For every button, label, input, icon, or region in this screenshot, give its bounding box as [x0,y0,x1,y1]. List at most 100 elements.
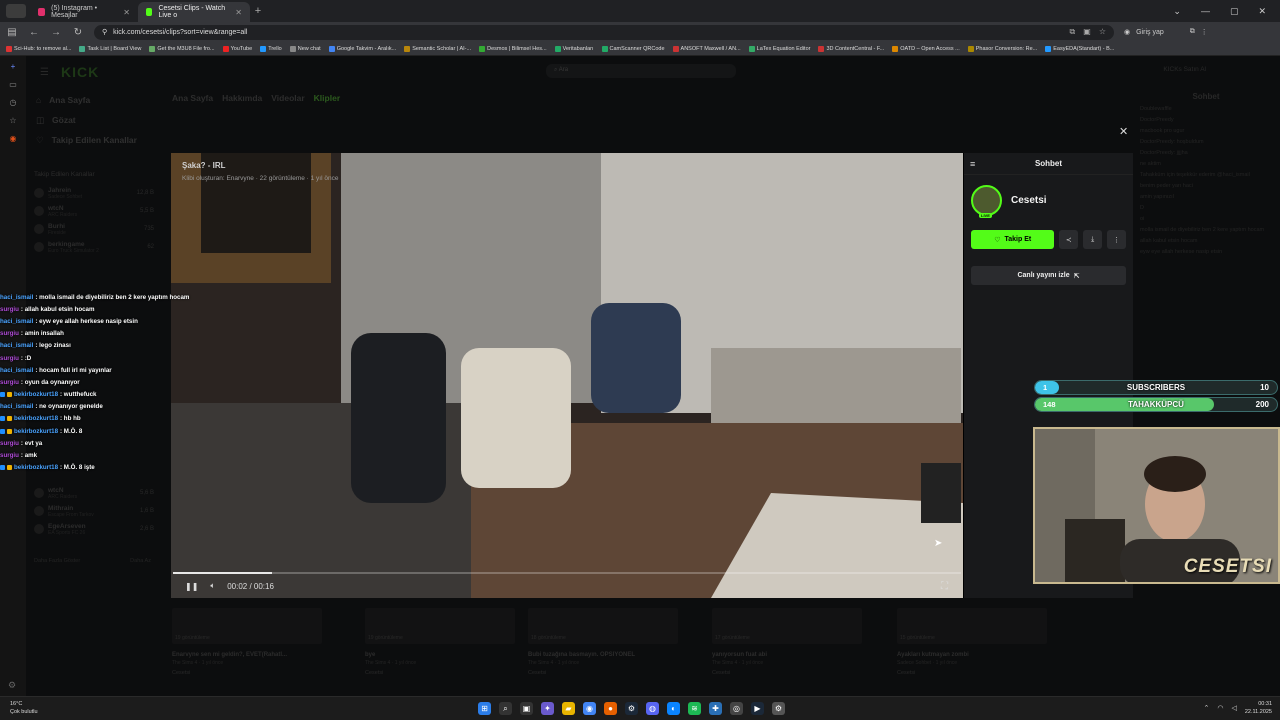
clip-thumbnail[interactable]: 15 görüntüleme [897,608,1047,644]
download-button[interactable]: ⤓ [1083,230,1103,249]
clip-author[interactable]: Cesetsi [172,670,322,676]
tab-ana-sayfa[interactable]: Ana Sayfa [172,93,213,103]
pause-icon[interactable]: ❚❚ [185,582,198,591]
channel-name[interactable]: Cesetsi [1011,195,1047,206]
bookmark-item[interactable]: New chat [289,45,321,52]
clip-card[interactable]: 19 görüntüleme Enarvyne sen mi geldin?, E… [172,608,322,688]
more-options-button[interactable]: ⋮ [1107,230,1126,249]
new-tab-button[interactable]: + [250,5,266,17]
tab-instagram[interactable]: (5) Instagram • Mesajlar ✕ [30,2,138,22]
bookmark-item[interactable]: Task List | Board View [79,45,141,52]
bookmark-item[interactable]: Get the M3U8 File fro... [149,45,215,52]
favorites-icon[interactable]: ☆ [9,116,16,125]
clip-author[interactable]: Cesetsi [528,670,678,676]
settings-gear-icon[interactable]: ⚙ [8,680,16,691]
clip-title[interactable]: Ayakları kutmayan zombi [897,652,1047,658]
kick-nav-item[interactable]: ♡ Takip Edilen Kanallar [26,130,170,150]
bookmark-star-icon[interactable]: ☆ [1099,27,1106,37]
reload-button[interactable]: ↻ [72,27,84,38]
clip-thumbnail[interactable]: 19 görüntüleme [365,608,515,644]
tab-klipler[interactable]: Klipler [314,93,340,103]
channel-item[interactable]: Burhi Fireside 735 [34,220,154,238]
tab-videolar[interactable]: Videolar [271,93,304,103]
clip-author[interactable]: Cesetsi [365,670,515,676]
firefox-icon[interactable]: ● [604,702,617,715]
kick-logo[interactable]: KICK [61,64,99,80]
collapse-menu-icon[interactable]: ≡ [970,159,975,169]
history-icon[interactable]: ◷ [10,98,17,107]
spotify-icon[interactable]: ≋ [688,702,701,715]
clip-card[interactable]: 15 görüntüleme Ayakları kutmayan zombi Sad… [897,608,1047,688]
follow-button[interactable]: ♡ Takip Et [971,230,1055,249]
share-button[interactable]: ≺ [1059,230,1079,249]
steam-taskbar-icon[interactable]: ▶ [751,702,764,715]
wallet-icon[interactable]: ▭ [9,80,17,89]
channel-item[interactable]: wtcN ARC Raiders 5,6 B [34,484,154,502]
bookmark-item[interactable]: Trello [260,45,282,52]
clip-thumbnail[interactable]: 18 görüntüleme [528,608,678,644]
video-progress-bar[interactable] [173,572,961,574]
weather-widget[interactable]: 16°C Çok bulutlu [10,700,38,716]
site-info-icon[interactable]: ⚲ [102,28,107,36]
screenshot-icon[interactable]: ▣ [1083,27,1091,37]
minimize-button[interactable]: — [1201,6,1210,17]
channel-item[interactable]: wtcN ARC Raiders 5,5 B [34,202,154,220]
close-tab-icon[interactable]: ✕ [235,8,242,17]
clip-thumbnail[interactable]: 17 görüntüleme [712,608,862,644]
task-view-icon[interactable]: ▣ [520,702,533,715]
edge-icon[interactable]: ◐ [667,702,680,715]
channel-item[interactable]: berkingame Euro Truck Simulator 2 62 [34,238,154,256]
forward-button[interactable]: → [50,27,62,38]
bookmark-item[interactable]: Desmos | Bilimsel Hes... [479,45,547,52]
windows-start-icon[interactable]: ⊞ [478,702,491,715]
video-player[interactable]: Şaka? - IRL Klibi oluşturan: Enarvyne · … [171,153,963,598]
clip-thumbnail[interactable]: 19 görüntüleme [172,608,322,644]
tab-search-icon[interactable] [6,4,26,18]
sidebar-toggle-icon[interactable]: ▤ [6,27,18,38]
search-icon[interactable]: ⌕ [499,702,512,715]
bookmark-item[interactable]: EasyEDA(Standart) - B... [1045,45,1114,52]
settings-icon[interactable]: ⚙ [772,702,785,715]
close-tab-icon[interactable]: ✕ [123,8,130,17]
network-app-icon[interactable]: ✚ [709,702,722,715]
fullscreen-icon[interactable]: ⛶ [941,581,948,592]
bookmark-item[interactable]: Google Takvim - Aralık... [328,45,396,52]
file-explorer-icon[interactable]: ▰ [562,702,575,715]
back-button[interactable]: ← [28,27,40,38]
channel-avatar[interactable]: LIVE [971,185,1002,218]
kick-nav-item[interactable]: ⌂ Ana Sayfa [26,90,170,110]
clip-title[interactable]: Enarvyne sen mi geldin?, EVET(Rahatl... [172,652,322,658]
bookmark-item[interactable]: Phasor Conversion: Re... [967,45,1037,52]
clip-author[interactable]: Cesetsi [897,670,1047,676]
bookmark-item[interactable]: 3D ContentCentral - F... [818,45,884,52]
tab-kick[interactable]: Cesetsi Clips - Watch Live o ✕ [138,2,250,22]
bookmark-item[interactable]: LaTex Equation Editor [748,45,810,52]
close-window-button[interactable]: ✕ [1258,6,1266,17]
clip-card[interactable]: 18 görüntüleme Bubi tuzağına basmayın. OP… [528,608,678,688]
tab-hakkımda[interactable]: Hakkımda [222,93,262,103]
bookmark-item[interactable]: CamScanner QRCode [601,45,665,52]
bookmark-item[interactable]: Sci-Hub: to remove al... [6,45,71,52]
hamburger-icon[interactable]: ☰ [40,67,49,78]
channel-item[interactable]: EgeArseven EA Sports FC 26 2,6 B [34,520,154,538]
volume-icon[interactable]: 🔈︎ [210,581,215,591]
volume-tray-icon[interactable]: ◁ [1231,704,1236,712]
discord-icon[interactable]: ◍ [646,702,659,715]
bookmark-item[interactable]: Semantic Scholar | AI-... [404,45,471,52]
menu-icon[interactable]: ⋮ [1201,28,1208,36]
tab-list-icon[interactable]: ⌄ [1173,6,1181,17]
buy-kicks-button[interactable]: KICKs Satın Al [1163,66,1206,73]
bookmark-item[interactable]: ANSOFT Maxwell / AN... [672,45,741,52]
kick-search-input[interactable]: ⌕ Ara [546,64,736,78]
clip-author[interactable]: Cesetsi [712,670,862,676]
clip-title[interactable]: bye [365,652,515,658]
tray-chevron-icon[interactable]: ⌃ [1204,704,1210,712]
extensions-icon[interactable]: ⧉ [1190,28,1195,36]
chrome-icon[interactable]: ◉ [583,702,596,715]
copilot-icon[interactable]: ✦ [541,702,554,715]
steam-icon[interactable]: ⚙ [625,702,638,715]
show-more-button[interactable]: Daha Fazla Göster [34,558,80,564]
app-icon[interactable]: ◉ [10,134,17,143]
add-icon[interactable]: + [11,62,16,71]
clip-card[interactable]: 19 görüntüleme bye The Sims 4 · 1 yıl önce… [365,608,515,688]
